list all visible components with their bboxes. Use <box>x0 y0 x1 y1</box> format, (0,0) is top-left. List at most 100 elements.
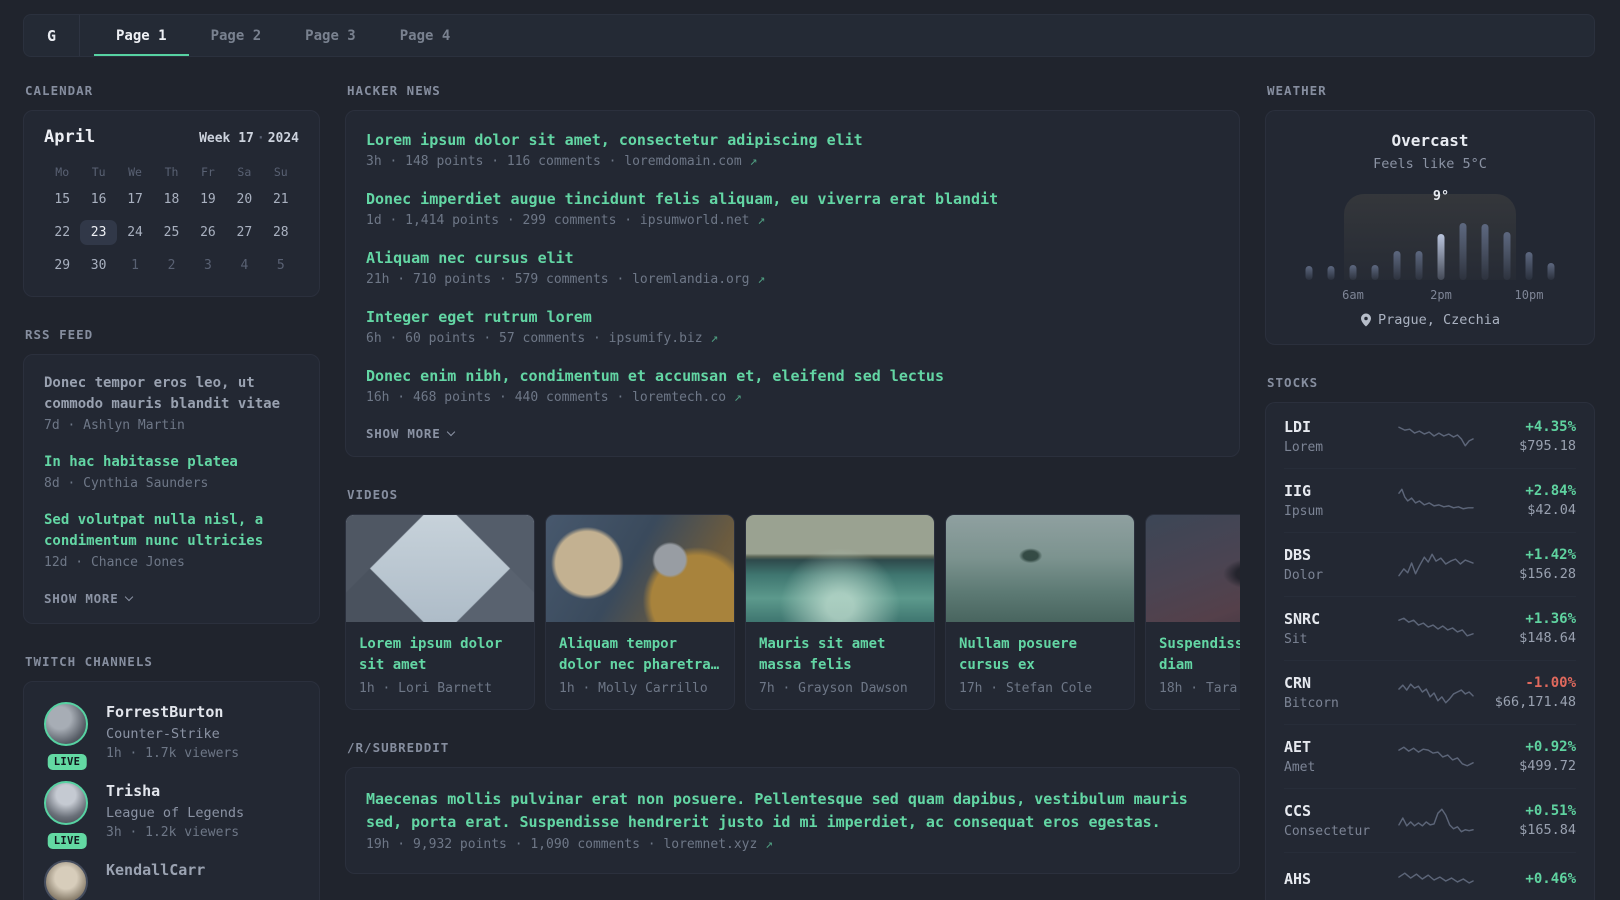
external-link-icon[interactable]: ↗ <box>734 390 742 405</box>
stock-row[interactable]: SNRC Sit +1.36% $148.64 <box>1284 596 1576 660</box>
calendar-day: 15 <box>54 192 71 207</box>
twitch-channel-row[interactable]: LIVE ForrestBurton Counter-Strike 1h · 1… <box>44 702 299 770</box>
twitch-channel-row[interactable]: LIVE Trisha League of Legends 3h · 1.2k … <box>44 781 299 849</box>
stock-row[interactable]: IIG Ipsum +2.84% $42.04 <box>1284 468 1576 532</box>
stock-change: +4.35% <box>1525 418 1576 435</box>
twitch-channel-row[interactable]: KendallCarr <box>44 860 299 900</box>
reddit-meta-text: 19h · 9,932 points · 1,090 comments · lo… <box>366 837 758 852</box>
stock-name: Consectetur <box>1284 824 1371 839</box>
external-link-icon[interactable]: ↗ <box>710 331 718 346</box>
rss-item-title[interactable]: In hac habitasse platea <box>44 452 299 473</box>
twitch-widget: LIVE ForrestBurton Counter-Strike 1h · 1… <box>23 681 320 900</box>
video-title[interactable]: Lorem ipsum dolor sit amet consectetu… <box>359 634 521 676</box>
channel-game[interactable]: League of Legends <box>106 803 244 823</box>
middle-column: HACKER NEWS Lorem ipsum dolor sit amet, … <box>345 83 1240 900</box>
location-pin-icon <box>1361 313 1372 327</box>
current-temperature-label: 9° <box>1432 188 1450 204</box>
show-more-label: SHOW MORE <box>44 591 119 606</box>
calendar-day: 24 <box>127 225 143 240</box>
avatar: LIVE <box>44 781 90 849</box>
external-link-icon[interactable]: ↗ <box>765 837 773 852</box>
calendar-day-outside: 5 <box>276 258 285 273</box>
video-title[interactable]: Nullam posuere cursus ex <box>959 634 1121 676</box>
video-card[interactable]: Suspendisse diam 18h · Tara <box>1145 514 1240 710</box>
stock-change: +0.46% <box>1525 870 1576 887</box>
external-link-icon[interactable]: ↗ <box>757 213 765 228</box>
stock-row[interactable]: CRN Bitcorn -1.00% $66,171.48 <box>1284 660 1576 724</box>
stock-row[interactable]: CCS Consectetur +0.51% $165.84 <box>1284 788 1576 852</box>
videos-section: VIDEOS Lorem ipsum dolor sit amet consec… <box>345 487 1240 710</box>
calendar-day: 30 <box>90 258 107 273</box>
sparkline <box>1392 613 1480 643</box>
rss-section: RSS FEED Donec tempor eros leo, ut commo… <box>23 327 320 624</box>
external-link-icon[interactable]: ↗ <box>757 272 765 287</box>
video-card[interactable]: Lorem ipsum dolor sit amet consectetu… 1… <box>345 514 535 710</box>
rss-item-meta: 8d · Cynthia Saunders <box>44 476 209 491</box>
video-thumbnail[interactable] <box>346 515 534 622</box>
rss-show-more-button[interactable]: SHOW MORE <box>44 591 134 606</box>
hn-item: Donec enim nibh, condimentum et accumsan… <box>366 365 1219 408</box>
stock-row[interactable]: DBS Dolor +1.42% $156.28 <box>1284 532 1576 596</box>
video-card[interactable]: Mauris sit amet massa felis 7h · Grayson… <box>745 514 935 710</box>
hn-item-meta: 16h · 468 points · 440 comments · loremt… <box>366 387 1219 408</box>
tab-page-2[interactable]: Page 2 <box>189 15 284 56</box>
calendar-day-selected: 23 <box>80 220 117 245</box>
tab-page-1[interactable]: Page 1 <box>94 15 189 56</box>
stock-row[interactable]: AHS +0.46% <box>1284 852 1576 900</box>
rss-item-meta: 7d · Ashlyn Martin <box>44 418 185 433</box>
stock-row[interactable]: LDI Lorem +4.35% $795.18 <box>1284 405 1576 468</box>
tab-page-3[interactable]: Page 3 <box>283 15 378 56</box>
calendar-day: 25 <box>163 225 180 240</box>
reddit-post-title[interactable]: Maecenas mollis pulvinar erat non posuer… <box>366 788 1219 834</box>
channel-name[interactable]: KendallCarr <box>106 860 205 880</box>
video-thumbnail[interactable] <box>746 515 934 622</box>
calendar-section-title: CALENDAR <box>25 83 94 98</box>
hn-show-more-button[interactable]: SHOW MORE <box>366 426 456 441</box>
hn-item-title[interactable]: Donec enim nibh, condimentum et accumsan… <box>366 365 1219 387</box>
calendar-day: 17 <box>127 192 143 207</box>
external-link-icon[interactable]: ↗ <box>750 154 758 169</box>
calendar-day-outside: 4 <box>240 258 249 273</box>
video-thumbnail[interactable] <box>1146 515 1240 622</box>
hn-item-title[interactable]: Donec imperdiet augue tincidunt felis al… <box>366 188 1219 210</box>
calendar-week-year: Week 17 · 2024 <box>199 131 299 146</box>
live-badge: LIVE <box>47 833 87 849</box>
rss-item-title[interactable]: Sed volutpat nulla nisl, a condimentum n… <box>44 510 299 552</box>
hn-item-title[interactable]: Aliquam nec cursus elit <box>366 247 1219 269</box>
video-card[interactable]: Aliquam tempor dolor nec pharetra… 1h · … <box>545 514 735 710</box>
hn-item-title[interactable]: Lorem ipsum dolor sit amet, consectetur … <box>366 129 1219 151</box>
video-title[interactable]: Aliquam tempor dolor nec pharetra… <box>559 634 721 676</box>
channel-game[interactable]: Counter-Strike <box>106 724 239 744</box>
hn-item-title[interactable]: Integer eget rutrum lorem <box>366 306 1219 328</box>
sparkline <box>1392 549 1480 579</box>
left-column: CALENDAR April Week 17 · 2024 Mo Tu We Th … <box>23 83 320 900</box>
channel-name[interactable]: Trisha <box>106 781 244 801</box>
page-tabs: Page 1 Page 2 Page 3 Page 4 <box>94 15 472 56</box>
video-thumbnail[interactable] <box>546 515 734 622</box>
channel-name[interactable]: ForrestBurton <box>106 702 239 722</box>
weather-bar <box>1327 266 1335 280</box>
app-logo[interactable]: G <box>24 15 80 56</box>
stock-row[interactable]: AET Amet +0.92% $499.72 <box>1284 724 1576 788</box>
sparkline <box>1392 677 1480 707</box>
video-title[interactable]: Mauris sit amet massa felis <box>759 634 921 676</box>
stock-change: +1.36% <box>1525 610 1576 627</box>
hacker-news-section: HACKER NEWS Lorem ipsum dolor sit amet, … <box>345 83 1240 457</box>
calendar-day: 29 <box>54 258 71 273</box>
hn-item: Lorem ipsum dolor sit amet, consectetur … <box>366 129 1219 172</box>
stock-ticker: AHS <box>1284 869 1312 888</box>
rss-item-title[interactable]: Donec tempor eros leo, ut commodo mauris… <box>44 373 299 415</box>
stock-ticker: IIG <box>1284 482 1312 500</box>
stock-price: $156.28 <box>1519 565 1576 582</box>
live-badge: LIVE <box>47 754 87 770</box>
top-nav: G Page 1 Page 2 Page 3 Page 4 <box>23 14 1595 57</box>
video-title[interactable]: Suspendisse diam <box>1159 634 1240 676</box>
weather-feels-like: Feels like 5°C <box>1373 156 1487 172</box>
calendar-day: 22 <box>54 225 71 240</box>
video-thumbnail[interactable] <box>946 515 1134 622</box>
tab-page-4[interactable]: Page 4 <box>378 15 473 56</box>
rss-item-meta: 12d · Chance Jones <box>44 555 185 570</box>
sparkline <box>1392 485 1480 515</box>
video-card[interactable]: Nullam posuere cursus ex 17h · Stefan Co… <box>945 514 1135 710</box>
channel-avatar-image <box>44 860 88 900</box>
